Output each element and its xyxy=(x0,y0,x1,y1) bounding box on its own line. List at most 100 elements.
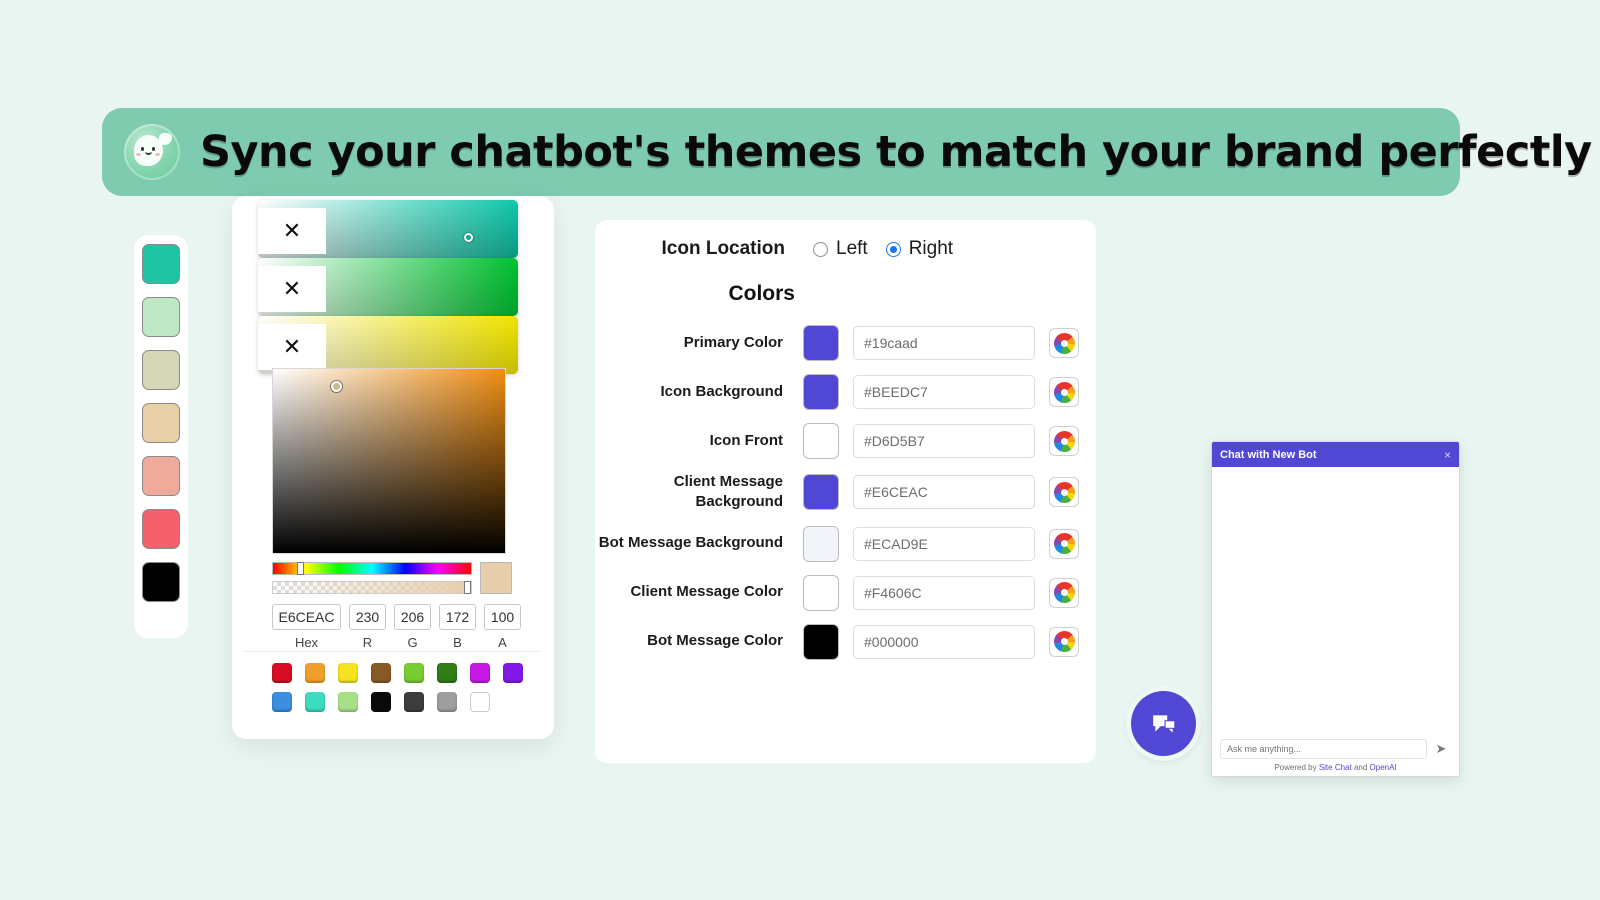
icon-front-input[interactable] xyxy=(853,424,1035,458)
icon-background-wheel-button[interactable] xyxy=(1049,377,1079,407)
bot-message-background-wheel-button[interactable] xyxy=(1049,528,1079,559)
bot-message-background-input[interactable] xyxy=(853,526,1035,561)
radio-right[interactable] xyxy=(885,241,901,257)
icon-background-chip[interactable] xyxy=(803,374,839,410)
alpha-slider[interactable] xyxy=(272,581,472,594)
rail-swatch-black[interactable] xyxy=(142,562,180,602)
palette-swatch-orange[interactable] xyxy=(305,663,325,683)
icon-background-label: Icon Background xyxy=(660,382,783,400)
rail-swatch-light-mint[interactable] xyxy=(142,297,180,337)
blue-input[interactable] xyxy=(439,604,476,630)
red-field-label: R xyxy=(362,635,373,650)
chat-launcher-button[interactable] xyxy=(1131,691,1196,756)
red-input[interactable] xyxy=(349,604,386,630)
palette-swatch-darkgreen[interactable] xyxy=(437,663,457,683)
rail-swatch-sage-beige[interactable] xyxy=(142,350,180,390)
green-input[interactable] xyxy=(394,604,431,630)
primary-color-label: Primary Color xyxy=(683,333,783,351)
client-message-background-label: Client Message Background xyxy=(673,473,783,511)
g-field-group: G xyxy=(394,604,431,650)
palette-swatch-lightgreen[interactable] xyxy=(338,692,358,712)
palette-swatch-yellow[interactable] xyxy=(338,663,358,683)
palette-swatch-crimson[interactable] xyxy=(272,663,292,683)
color-wheel-icon xyxy=(1053,381,1075,403)
alpha-input[interactable] xyxy=(484,604,521,630)
close-yellow-picker-button[interactable]: ✕ xyxy=(258,324,326,370)
bot-message-color-chip[interactable] xyxy=(803,623,839,660)
chat-panel-title: Chat with New Bot xyxy=(1220,448,1317,461)
color-row-bot-message-background: Bot Message Background xyxy=(595,525,1096,562)
color-wheel-icon xyxy=(1053,582,1075,603)
openai-link[interactable]: OpenAI xyxy=(1370,763,1397,772)
hue-slider-knob[interactable] xyxy=(297,562,304,575)
banner-title: Sync your chatbot's themes to match your… xyxy=(200,127,1592,177)
palette-swatch-violet[interactable] xyxy=(503,663,523,683)
radio-left[interactable] xyxy=(813,241,828,257)
palette-swatch-black[interactable] xyxy=(371,692,391,712)
footer-middle: and xyxy=(1351,763,1370,772)
chat-panel-header: Chat with New Bot × xyxy=(1212,442,1459,467)
mini-color-picker-yellow[interactable]: ✕ xyxy=(258,316,518,374)
mini-color-picker-green[interactable]: ✕ xyxy=(258,258,518,316)
palette-swatch-darkgray[interactable] xyxy=(404,692,424,712)
client-message-color-wheel-button[interactable] xyxy=(1049,577,1079,608)
client-message-color-input[interactable] xyxy=(853,575,1035,610)
palette-swatch-magenta[interactable] xyxy=(470,663,490,683)
icon-front-wheel-button[interactable] xyxy=(1049,426,1079,456)
alpha-slider-knob[interactable] xyxy=(464,581,471,594)
palette-swatch-blue[interactable] xyxy=(272,692,292,712)
palette-swatch-gray[interactable] xyxy=(437,692,457,712)
primary-color-chip[interactable] xyxy=(803,325,839,361)
send-icon[interactable]: ➤ xyxy=(1431,741,1451,757)
primary-color-wheel-button[interactable] xyxy=(1049,328,1079,358)
palette-swatch-turquoise[interactable] xyxy=(305,692,325,712)
alpha-field-label: A xyxy=(498,635,507,650)
client-message-background-wheel-button[interactable] xyxy=(1049,477,1079,508)
a-field-group: A xyxy=(484,604,521,650)
teal-picker-cursor[interactable] xyxy=(464,233,473,242)
hex-input[interactable] xyxy=(272,604,341,630)
preset-palette xyxy=(272,663,527,712)
color-row-icon-background: Icon Background xyxy=(595,374,1096,410)
palette-swatch-lime[interactable] xyxy=(404,663,424,683)
mini-color-picker-teal[interactable]: ✕ xyxy=(258,200,518,258)
rail-swatch-tan[interactable] xyxy=(142,403,180,443)
rail-swatch-teal[interactable] xyxy=(142,244,180,284)
color-wheel-icon xyxy=(1053,533,1075,554)
close-teal-picker-button[interactable]: ✕ xyxy=(258,208,326,254)
palette-swatch-white[interactable] xyxy=(470,692,490,712)
color-row-client-message-background: Client Message Background xyxy=(595,472,1096,513)
color-settings-list: Primary Color Icon Background Icon Front xyxy=(595,325,1096,673)
rail-swatch-coral-red[interactable] xyxy=(142,509,180,549)
swatch-rail xyxy=(134,235,188,638)
colors-heading: Colors xyxy=(728,282,795,305)
chat-message-area xyxy=(1212,467,1459,739)
client-message-background-input[interactable] xyxy=(853,475,1035,510)
saturation-value-area[interactable] xyxy=(272,368,506,554)
chat-preview-panel: Chat with New Bot × ➤ Powered by Site Ch… xyxy=(1211,441,1460,777)
bot-message-color-wheel-button[interactable] xyxy=(1049,626,1079,657)
palette-swatch-brown[interactable] xyxy=(371,663,391,683)
icon-front-chip[interactable] xyxy=(803,423,839,459)
color-preview-swatch xyxy=(480,562,512,594)
icon-background-input[interactable] xyxy=(853,375,1035,409)
color-wheel-icon xyxy=(1053,430,1075,452)
close-icon[interactable]: × xyxy=(1444,448,1451,462)
client-message-color-chip[interactable] xyxy=(803,574,839,611)
bot-message-background-chip[interactable] xyxy=(803,525,839,562)
site-chat-link[interactable]: Site Chat xyxy=(1319,763,1352,772)
rail-swatch-salmon[interactable] xyxy=(142,456,180,496)
chat-message-input[interactable] xyxy=(1220,739,1427,759)
client-message-color-label: Client Message Color xyxy=(630,583,783,601)
bot-message-color-label: Bot Message Color xyxy=(647,632,783,650)
icon-front-label: Icon Front xyxy=(709,431,783,449)
client-message-background-chip[interactable] xyxy=(803,474,839,511)
primary-color-input[interactable] xyxy=(853,326,1035,360)
icon-location-label: Icon Location xyxy=(661,238,786,259)
saturation-cursor[interactable] xyxy=(331,381,342,392)
chat-panel-footer: Powered by Site Chat and OpenAI xyxy=(1212,761,1459,776)
footer-prefix: Powered by xyxy=(1274,763,1319,772)
close-green-picker-button[interactable]: ✕ xyxy=(258,266,326,312)
hue-slider[interactable] xyxy=(272,562,472,575)
bot-message-color-input[interactable] xyxy=(853,624,1035,659)
